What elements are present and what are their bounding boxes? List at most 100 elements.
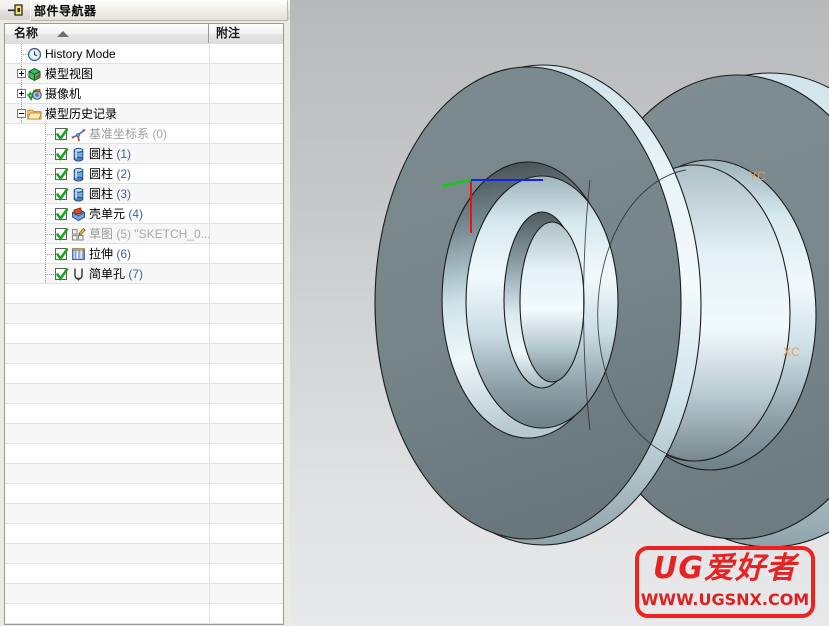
row-column-separator — [209, 464, 210, 484]
tree-empty-row[interactable] — [5, 604, 283, 624]
tree-empty-row[interactable] — [5, 504, 283, 524]
watermark: UG爱好者 WWW.UGSNX.COM — [635, 546, 815, 618]
sketch-icon — [71, 227, 86, 242]
graphics-view[interactable]: ZC XC YC — [290, 0, 829, 626]
tree-row[interactable]: 模型历史记录 — [5, 104, 283, 124]
column-header-comment[interactable]: 附注 — [209, 24, 283, 43]
tree-item-label: 草图 (5) "SKETCH_0... — [89, 227, 211, 241]
column-header-comment-label: 附注 — [216, 26, 241, 40]
tree-row[interactable]: 圆柱 (2) — [5, 164, 283, 184]
tree-empty-row[interactable] — [5, 584, 283, 604]
part-navigator-tree[interactable]: 名称 附注 History Mode 模型视图摄像机模型历史记录 基准坐标系 (0)… — [4, 23, 284, 625]
tree-empty-row[interactable] — [5, 304, 283, 324]
datum-csys-icon — [71, 127, 86, 142]
pin-icon[interactable] — [7, 3, 25, 17]
tree-item-number: (5) "SKETCH_0... — [113, 227, 211, 241]
row-column-separator — [209, 124, 210, 144]
row-column-separator — [209, 84, 210, 104]
expand-icon[interactable] — [17, 89, 26, 98]
tree-empty-row[interactable] — [5, 624, 283, 625]
watermark-line-1: UG爱好者 — [653, 551, 797, 586]
feature-suppress-checkbox[interactable] — [55, 268, 69, 281]
part-navigator-panel: 部件导航器 名称 附注 History Mode 模型视图摄像机模型历史记录 基准坐… — [0, 0, 290, 626]
feature-suppress-checkbox[interactable] — [55, 248, 69, 261]
sort-ascending-icon — [57, 31, 69, 37]
tree-empty-row[interactable] — [5, 284, 283, 304]
feature-suppress-checkbox[interactable] — [55, 228, 69, 241]
tree-item-number: (1) — [113, 147, 132, 161]
tree-item-number: (4) — [125, 207, 144, 221]
tree-item-label: History Mode — [45, 47, 116, 61]
tree-item-label: 圆柱 (3) — [89, 187, 132, 201]
tree-empty-row[interactable] — [5, 524, 283, 544]
tree-empty-row[interactable] — [5, 564, 283, 584]
tree-row[interactable]: 圆柱 (3) — [5, 184, 283, 204]
row-column-separator — [209, 204, 210, 224]
tree-item-label: 壳单元 (4) — [89, 207, 144, 221]
tree-item-label: 简单孔 (7) — [89, 267, 144, 281]
row-column-separator — [209, 144, 210, 164]
tree-row[interactable]: 拉伸 (6) — [5, 244, 283, 264]
triad-x-label: XC — [783, 345, 800, 359]
row-column-separator — [209, 544, 210, 564]
row-column-separator — [209, 504, 210, 524]
tree-item-number: (2) — [113, 167, 132, 181]
row-column-separator — [209, 264, 210, 284]
tree-empty-row[interactable] — [5, 484, 283, 504]
row-column-separator — [209, 284, 210, 304]
tree-empty-row[interactable] — [5, 404, 283, 424]
tree-item-label: 模型视图 — [45, 67, 94, 81]
simple-hole-icon — [71, 267, 86, 282]
folder-icon — [27, 107, 43, 122]
tree-row[interactable]: 圆柱 (1) — [5, 144, 283, 164]
tree-empty-row[interactable] — [5, 444, 283, 464]
row-column-separator — [209, 424, 210, 444]
feature-suppress-checkbox[interactable] — [55, 188, 69, 201]
feature-suppress-checkbox[interactable] — [55, 128, 69, 141]
cylinder-icon — [71, 147, 86, 162]
feature-suppress-checkbox[interactable] — [55, 148, 69, 161]
tree-empty-row[interactable] — [5, 324, 283, 344]
tree-empty-row[interactable] — [5, 364, 283, 384]
tree-item-label: 拉伸 (6) — [89, 247, 132, 261]
tree-empty-row[interactable] — [5, 544, 283, 564]
tree-empty-row[interactable] — [5, 424, 283, 444]
expand-icon[interactable] — [17, 69, 26, 78]
application-window: 部件导航器 名称 附注 History Mode 模型视图摄像机模型历史记录 基准坐… — [0, 0, 829, 626]
row-column-separator — [209, 564, 210, 584]
tree-row[interactable]: 摄像机 — [5, 84, 283, 104]
panel-title-bar: 部件导航器 — [0, 0, 290, 21]
tree-row[interactable]: 简单孔 (7) — [5, 264, 283, 284]
clock-icon — [27, 47, 42, 62]
feature-suppress-checkbox[interactable] — [55, 208, 69, 221]
tree-empty-row[interactable] — [5, 384, 283, 404]
row-column-separator — [209, 164, 210, 184]
feature-suppress-checkbox[interactable] — [55, 168, 69, 181]
row-column-separator — [209, 604, 210, 624]
tree-item-label: 圆柱 (2) — [89, 167, 132, 181]
triad-y-label: YC — [749, 169, 766, 183]
tree-row[interactable]: 壳单元 (4) — [5, 204, 283, 224]
tree-row[interactable]: 基准坐标系 (0) — [5, 124, 283, 144]
tree-empty-row[interactable] — [5, 344, 283, 364]
tree-row[interactable]: 模型视图 — [5, 64, 283, 84]
row-column-separator — [209, 384, 210, 404]
tree-rows: History Mode 模型视图摄像机模型历史记录 基准坐标系 (0) 圆柱 (1)… — [5, 44, 283, 624]
tree-item-label: 摄像机 — [45, 87, 82, 101]
tree-empty-row[interactable] — [5, 464, 283, 484]
row-column-separator — [209, 364, 210, 384]
tree-item-number: (3) — [113, 187, 132, 201]
row-column-separator — [209, 184, 210, 204]
row-column-separator — [209, 104, 210, 124]
panel-title: 部件导航器 — [34, 4, 97, 18]
tree-row[interactable]: History Mode — [5, 44, 283, 64]
tree-row[interactable]: 草图 (5) "SKETCH_0... — [5, 224, 283, 244]
column-header-name[interactable]: 名称 — [5, 24, 209, 43]
row-column-separator — [209, 64, 210, 84]
row-column-separator — [209, 244, 210, 264]
model-view-cube-icon — [27, 67, 42, 82]
collapse-icon[interactable] — [17, 109, 26, 118]
row-column-separator — [209, 524, 210, 544]
pulley-model — [374, 64, 829, 548]
shell-icon — [71, 207, 86, 222]
